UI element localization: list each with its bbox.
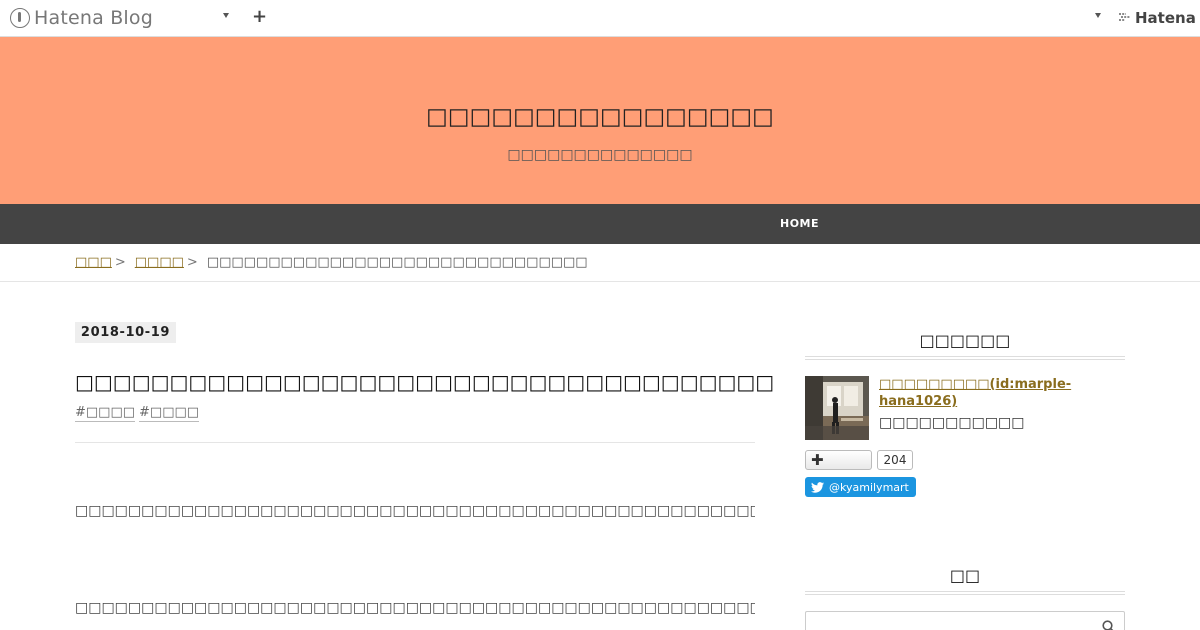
twitter-handle: @kyamilymart	[829, 480, 909, 494]
entry-tag-link[interactable]: #□□□□	[139, 405, 200, 422]
hatena-blog-logo-icon	[10, 8, 30, 28]
breadcrumb-top-link[interactable]: □□□	[75, 255, 112, 270]
hatena-mark-icon	[1118, 11, 1132, 26]
entry-paragraph: □□□□□□□□□□□□□□□□□□□□□□□□□□□□□□□□□□□□□□□□…	[75, 503, 755, 519]
sidebar-heading-rule	[805, 356, 1125, 360]
account-menu-caret-down-icon[interactable]	[1095, 13, 1101, 18]
sidebar-profile-heading: □□□□□□	[919, 331, 1011, 350]
global-header: Hatena Blog + Hatena	[0, 0, 1200, 37]
breadcrumb-current: □□□□□□□□□□□□□□□□□□□□□□□□□□□□□□□	[206, 255, 588, 270]
global-nav: HOME	[0, 204, 1200, 244]
breadcrumb: □□□ > □□□□ > □□□□□□□□□□□□□□□□□□□□□□□□□□□…	[0, 244, 1200, 282]
entry-paragraph: □□□□□□□□□□□□□□□□□□□□□□□□□□□□□□□□□□□□□□□□…	[75, 600, 755, 616]
blog-menu-caret-down-icon[interactable]	[223, 13, 229, 18]
entry-title[interactable]: □□□□□□□□□□□□□□□□□□□□□□□□□□□□□□□□□□□□□	[75, 369, 774, 395]
breadcrumb-category-link[interactable]: □□□□	[135, 255, 184, 270]
entry-date[interactable]: 2018-10-19	[75, 322, 176, 343]
hatena-blog-logo[interactable]: Hatena Blog	[10, 7, 153, 29]
plus-icon: ✚	[811, 451, 824, 469]
profile-name-link[interactable]: □□□□□□□□□(id:marple-hana1026)	[879, 376, 1125, 410]
twitter-follow-button[interactable]: @kyamilymart	[805, 477, 916, 497]
profile-description: □□□□□□□□□□□	[879, 415, 1025, 431]
sidebar-heading-rule	[805, 591, 1125, 595]
entry-title-divider	[75, 442, 755, 443]
breadcrumb-separator: >	[186, 255, 198, 270]
entry-tag-link[interactable]: #□□□□	[75, 405, 136, 422]
search-icon[interactable]	[1102, 619, 1116, 630]
blog-title[interactable]: □□□□□□□□□□□□□□□□	[0, 104, 1200, 130]
follow-button[interactable]: ✚	[805, 450, 872, 470]
blog-description: □□□□□□□□□□□□□□	[507, 147, 693, 163]
follower-count[interactable]: 204	[877, 450, 913, 470]
hatena-logo-link[interactable]: Hatena	[1118, 9, 1196, 27]
hatena-wordmark: Hatena	[1135, 9, 1196, 27]
search-input[interactable]	[805, 611, 1125, 630]
entry-tags: #□□□□ #□□□□	[75, 405, 200, 422]
profile-avatar[interactable]	[805, 376, 869, 440]
twitter-bird-icon	[811, 481, 824, 493]
write-entry-plus-icon[interactable]: +	[252, 6, 267, 28]
breadcrumb-separator: >	[114, 255, 126, 270]
nav-home-link[interactable]: HOME	[780, 217, 819, 230]
brand-text: Hatena Blog	[34, 7, 153, 29]
sidebar-search-heading: □□	[949, 566, 981, 585]
